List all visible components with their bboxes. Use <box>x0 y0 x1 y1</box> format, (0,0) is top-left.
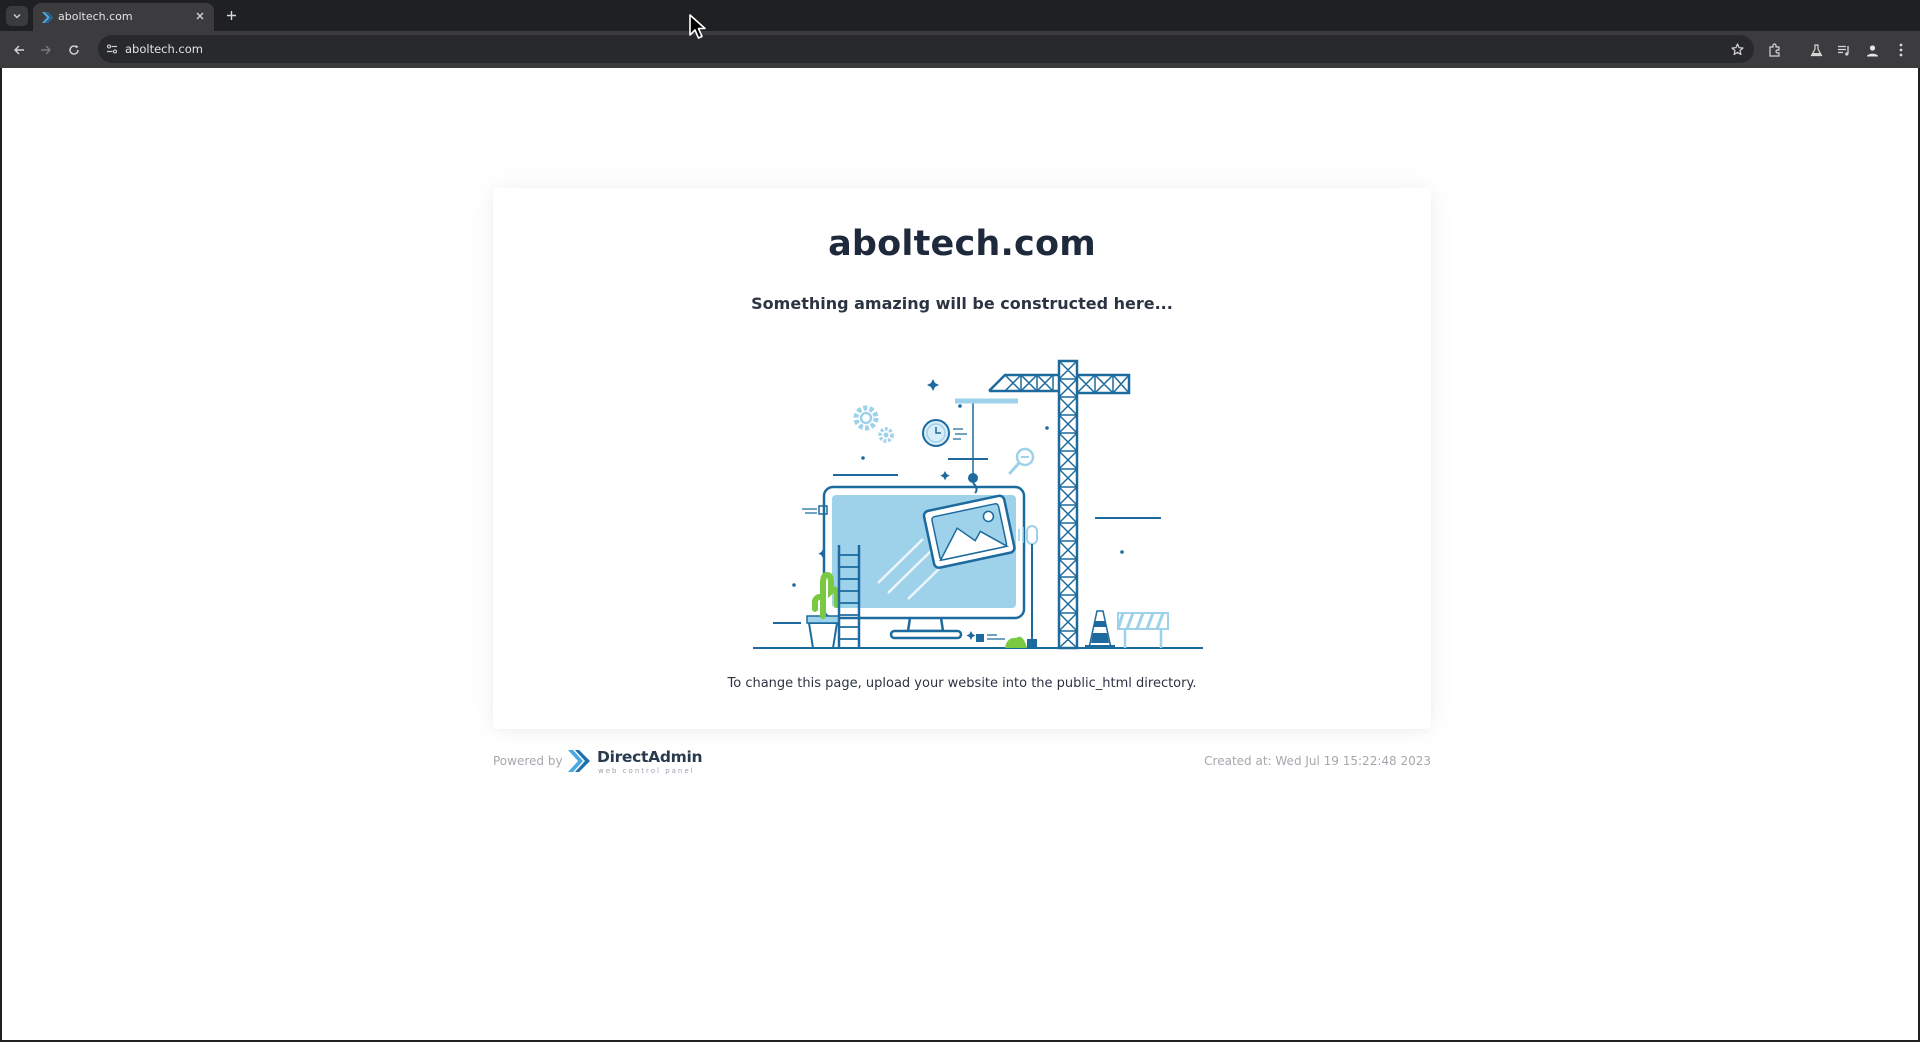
active-tab[interactable]: aboltech.com <box>33 3 214 31</box>
more-menu-button[interactable] <box>1891 40 1911 60</box>
url-text: aboltech.com <box>125 42 203 56</box>
extensions-button[interactable] <box>1765 40 1785 60</box>
upload-hint: To change this page, upload your website… <box>727 676 1197 691</box>
bookmark-button[interactable] <box>1728 40 1746 58</box>
default-page-card: aboltech.com Something amazing will be c… <box>493 188 1431 729</box>
page-subtitle: Something amazing will be constructed he… <box>751 294 1173 313</box>
page-viewport: aboltech.com Something amazing will be c… <box>2 68 1918 1040</box>
bookmark-star-icon <box>1730 42 1744 55</box>
back-icon <box>14 45 24 55</box>
directadmin-mark-icon <box>568 750 590 772</box>
site-info-icon <box>106 44 118 54</box>
tab-list-button[interactable] <box>6 6 28 26</box>
page-title: aboltech.com <box>828 224 1096 264</box>
labs-button[interactable] <box>1806 40 1826 60</box>
close-icon <box>196 12 204 20</box>
reload-icon <box>69 45 79 55</box>
logo-name: DirectAdmin <box>597 748 703 766</box>
new-tab-icon <box>226 10 236 20</box>
directadmin-favicon-icon <box>42 12 53 23</box>
media-control-button[interactable] <box>1834 40 1854 60</box>
new-tab-button[interactable] <box>222 6 240 24</box>
powered-by-label: Powered by <box>493 754 563 768</box>
address-bar[interactable]: aboltech.com <box>98 35 1754 63</box>
forward-icon <box>41 45 51 55</box>
back-button[interactable] <box>9 40 29 60</box>
directadmin-logo[interactable]: DirectAdmin web control panel <box>566 745 706 777</box>
profile-button[interactable] <box>1862 40 1882 60</box>
created-timestamp: Created at: Wed Jul 19 15:22:48 2023 <box>1204 754 1431 768</box>
tab-strip: aboltech.com <box>0 0 1920 31</box>
extensions-icon <box>1769 43 1780 57</box>
profile-icon <box>1866 44 1878 56</box>
forward-button[interactable] <box>36 40 56 60</box>
tab-list-icon <box>13 14 21 19</box>
labs-flask-icon <box>1809 43 1823 56</box>
more-menu-icon <box>1899 43 1903 57</box>
reload-button[interactable] <box>64 40 84 60</box>
page-footer: Powered by DirectAdmin web control panel… <box>493 743 1431 779</box>
site-info-button[interactable] <box>104 41 120 57</box>
tab-close-button[interactable] <box>193 9 207 23</box>
tab-title: aboltech.com <box>58 10 133 23</box>
logo-tagline: web control panel <box>598 767 695 775</box>
media-control-icon <box>1838 45 1849 56</box>
browser-toolbar: aboltech.com <box>0 31 1920 68</box>
under-construction-illustration <box>753 359 1203 650</box>
mouse-pointer-icon <box>689 14 706 39</box>
